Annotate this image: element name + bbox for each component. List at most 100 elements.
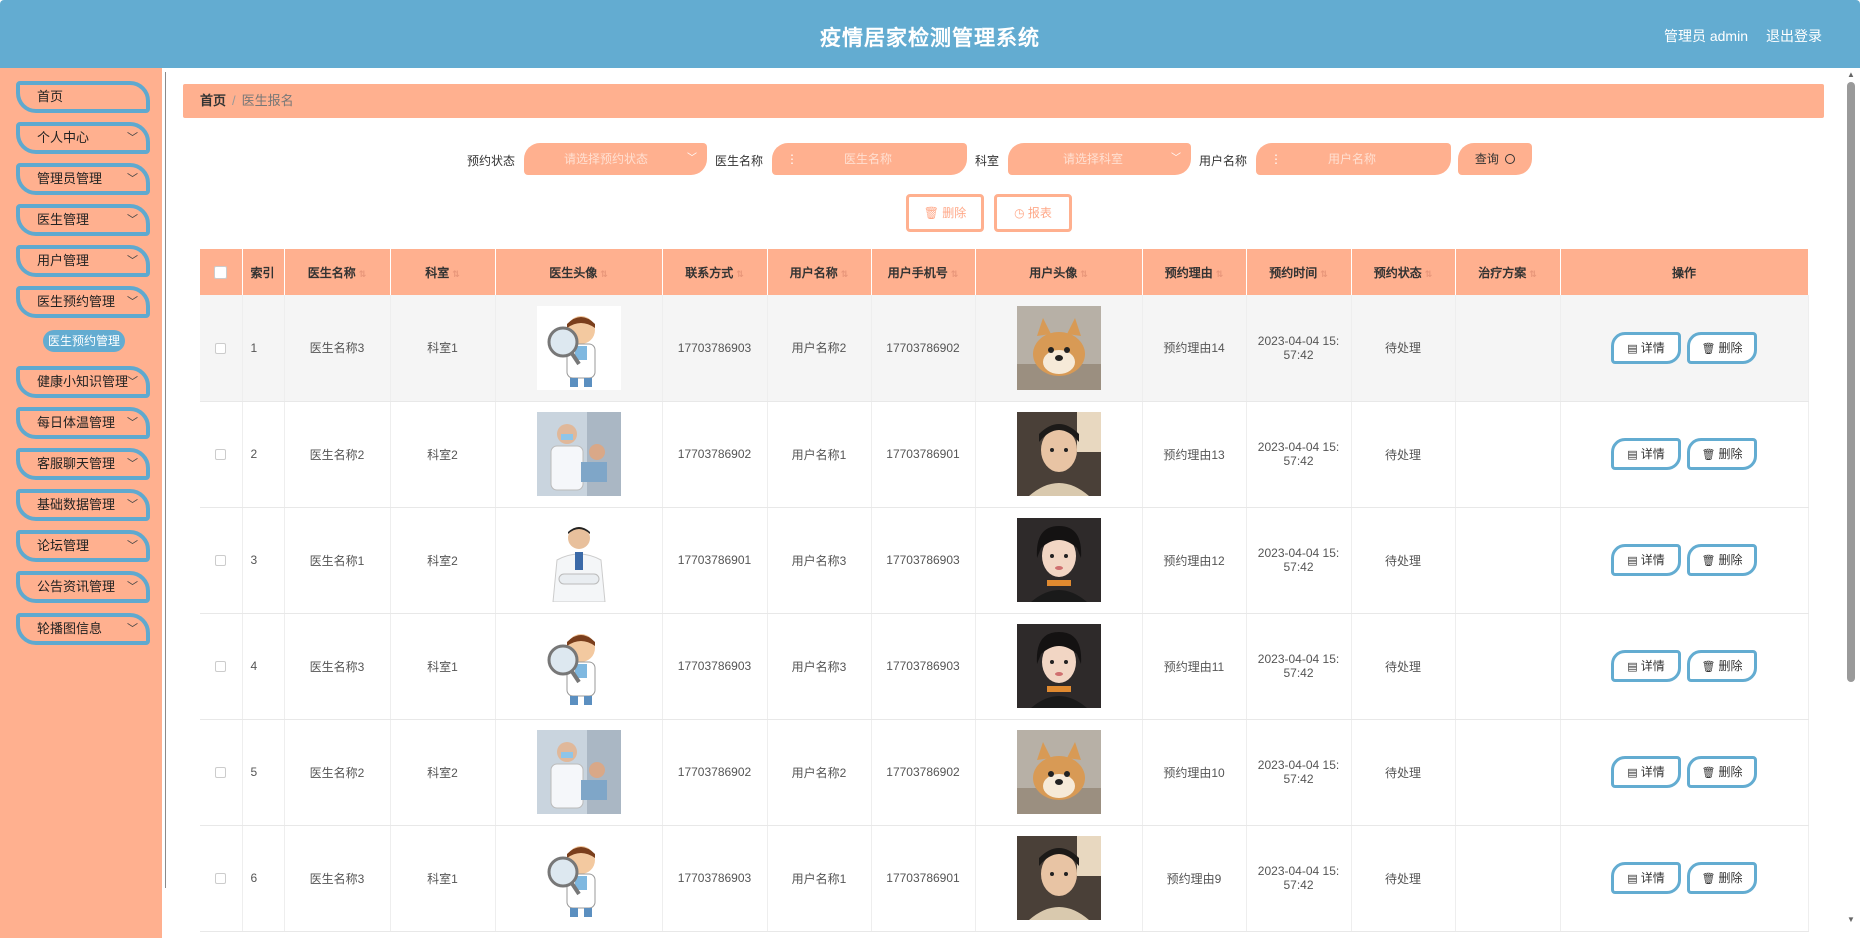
delete-button[interactable]: 🗑 删除 <box>1687 438 1757 470</box>
cell-index: 1 <box>242 295 285 402</box>
sidebar-item-news[interactable]: 公告资讯管理 ﹀ <box>16 571 150 603</box>
delete-button[interactable]: 🗑 删除 <box>1687 756 1757 788</box>
row-checkbox[interactable] <box>215 343 227 355</box>
table-row[interactable]: 3 医生名称1 科室2 17703786901 用户名称3 17703786903 预约理由… <box>200 507 1809 614</box>
row-checkbox[interactable] <box>215 555 227 567</box>
detail-button[interactable]: ▤ 详情 <box>1611 756 1681 788</box>
header-reason[interactable]: 预约理由 ⇅ <box>1142 249 1247 295</box>
sort-icon[interactable]: ⇅ <box>1320 269 1328 279</box>
sidebar-item-health-tips[interactable]: 健康小知识管理 ﹀ <box>16 366 150 398</box>
scroll-up-arrow[interactable]: ▲ <box>1847 70 1855 79</box>
cell-time: 2023-04-04 15: 57:42 <box>1246 613 1352 720</box>
row-checkbox[interactable] <box>215 661 227 673</box>
delete-button[interactable]: 🗑 删除 <box>1687 650 1757 682</box>
doctor-avatar-image[interactable] <box>536 412 621 496</box>
cell-status: 待处理 <box>1351 825 1456 932</box>
sort-icon[interactable]: ⇅ <box>841 269 849 279</box>
logout-link[interactable]: 退出登录 <box>1766 26 1822 46</box>
row-select-cell[interactable] <box>200 401 243 508</box>
batch-delete-button[interactable]: 🗑 删除 <box>906 194 984 232</box>
sort-icon[interactable]: ⇅ <box>1529 269 1537 279</box>
detail-button[interactable]: ▤ 详情 <box>1611 331 1681 364</box>
row-select-cell[interactable] <box>200 295 243 402</box>
header-dept[interactable]: 科室 ⇅ <box>390 249 496 295</box>
doctor-name-input[interactable]: ⋮ 医生名称 <box>772 143 967 175</box>
delete-button[interactable]: 🗑 删除 <box>1687 862 1757 894</box>
doctor-avatar-image[interactable] <box>536 305 621 390</box>
row-select-cell[interactable] <box>200 507 243 614</box>
sort-icon[interactable]: ⇅ <box>1080 269 1088 279</box>
sidebar-item-temperature[interactable]: 每日体温管理 ﹀ <box>16 407 150 439</box>
table-row[interactable]: 4 医生名称3 科室1 17703786903 用户名称3 17703786903 预约理由… <box>200 613 1809 720</box>
row-checkbox[interactable] <box>215 767 227 779</box>
table-row[interactable]: 5 医生名称2 科室2 17703786902 用户名称2 17703786902 预约理由… <box>200 719 1809 826</box>
user-avatar-image[interactable] <box>1016 624 1101 708</box>
sidebar-item-base-data[interactable]: 基础数据管理 ﹀ <box>16 489 150 521</box>
sort-icon[interactable]: ⇅ <box>452 269 460 279</box>
header-user-phone[interactable]: 用户手机号 ⇅ <box>871 249 976 295</box>
select-all-checkbox[interactable] <box>214 266 228 280</box>
table-row[interactable]: 2 医生名称2 科室2 17703786902 用户名称1 17703786901 预约理由… <box>200 401 1809 508</box>
page-scrollbar[interactable]: ▲ ▼ <box>1844 68 1858 938</box>
detail-button[interactable]: ▤ 详情 <box>1611 544 1681 576</box>
sidebar-item-chat[interactable]: 客服聊天管理 ﹀ <box>16 448 150 480</box>
sidebar-item-carousel[interactable]: 轮播图信息 ﹀ <box>16 613 150 645</box>
row-select-cell[interactable] <box>200 825 243 932</box>
doctor-avatar-image[interactable] <box>536 624 621 708</box>
sort-icon[interactable]: ⇅ <box>736 269 744 279</box>
sidebar-item-personal-center[interactable]: 个人中心 ﹀ <box>16 122 150 154</box>
delete-button[interactable]: 🗑 删除 <box>1687 331 1757 364</box>
select-all-header[interactable] <box>200 249 243 295</box>
sidebar-item-doctor[interactable]: 医生管理 ﹀ <box>16 204 150 236</box>
row-checkbox[interactable] <box>215 449 227 461</box>
doctor-avatar-image[interactable] <box>536 730 621 814</box>
table-row[interactable]: 6 医生名称3 科室1 17703786903 用户名称1 17703786901 预约理由… <box>200 825 1809 932</box>
scroll-thumb[interactable] <box>1847 82 1855 682</box>
sort-icon[interactable]: ⇅ <box>951 269 959 279</box>
detail-button[interactable]: ▤ 详情 <box>1611 862 1681 894</box>
row-select-cell[interactable] <box>200 613 243 720</box>
sidebar-item-doctor-booking[interactable]: 医生预约管理 ﹀ <box>16 286 150 318</box>
sort-icon[interactable]: ⇅ <box>600 269 608 279</box>
sort-icon[interactable]: ⇅ <box>1216 269 1224 279</box>
header-doctor-avatar[interactable]: 医生头像 ⇅ <box>495 249 663 295</box>
user-avatar-image[interactable] <box>1016 305 1101 390</box>
scroll-down-arrow[interactable]: ▼ <box>1847 915 1855 924</box>
cell-reason: 预约理由10 <box>1142 719 1247 826</box>
sort-icon[interactable]: ⇅ <box>1425 269 1433 279</box>
header-doctor-name[interactable]: 医生名称 ⇅ <box>284 249 391 295</box>
sort-icon[interactable]: ⇅ <box>359 269 367 279</box>
breadcrumb-home[interactable]: 首页 <box>200 93 226 108</box>
row-select-cell[interactable] <box>200 719 243 826</box>
header-status[interactable]: 预约状态 ⇅ <box>1351 249 1456 295</box>
detail-button[interactable]: ▤ 详情 <box>1611 438 1681 470</box>
detail-button[interactable]: ▤ 详情 <box>1611 650 1681 682</box>
user-avatar-image[interactable] <box>1016 412 1101 496</box>
user-avatar-image[interactable] <box>1016 836 1101 920</box>
sidebar-item-admin[interactable]: 管理员管理 ﹀ <box>16 163 150 195</box>
sidebar-item-forum[interactable]: 论坛管理 ﹀ <box>16 530 150 562</box>
header-user-name[interactable]: 用户名称 ⇅ <box>767 249 872 295</box>
user-filter-label: 用户名称 <box>1199 154 1248 168</box>
cell-user-avatar <box>975 401 1143 508</box>
doctor-avatar-image[interactable] <box>536 836 621 920</box>
header-phone[interactable]: 联系方式 ⇅ <box>662 249 768 295</box>
doctor-avatar-image[interactable] <box>536 518 621 602</box>
header-time[interactable]: 预约时间 ⇅ <box>1246 249 1352 295</box>
status-select[interactable]: 请选择预约状态 ﹀ <box>524 143 707 175</box>
header-plan[interactable]: 治疗方案 ⇅ <box>1455 249 1561 295</box>
sidebar-item-home[interactable]: 首页 <box>16 81 150 113</box>
table-row[interactable]: 1 医生名称3 科室1 17703786903 用户名称2 17703786902 预约理由… <box>200 295 1809 402</box>
query-button[interactable]: 查询 <box>1458 143 1532 175</box>
sidebar-subitem-doctor-booking[interactable]: 医生预约管理 <box>43 330 125 352</box>
user-avatar-image[interactable] <box>1016 518 1101 602</box>
report-button[interactable]: ◷ 报表 <box>994 194 1072 232</box>
row-checkbox[interactable] <box>215 873 227 885</box>
sidebar-item-user[interactable]: 用户管理 ﹀ <box>16 245 150 277</box>
cell-actions: ▤ 详情 🗑 删除 <box>1560 613 1809 720</box>
dept-select[interactable]: 请选择科室 ﹀ <box>1008 143 1191 175</box>
user-name-input[interactable]: ⋮ 用户名称 <box>1256 143 1451 175</box>
user-avatar-image[interactable] <box>1016 730 1101 814</box>
delete-button[interactable]: 🗑 删除 <box>1687 544 1757 576</box>
header-user-avatar[interactable]: 用户头像 ⇅ <box>975 249 1143 295</box>
